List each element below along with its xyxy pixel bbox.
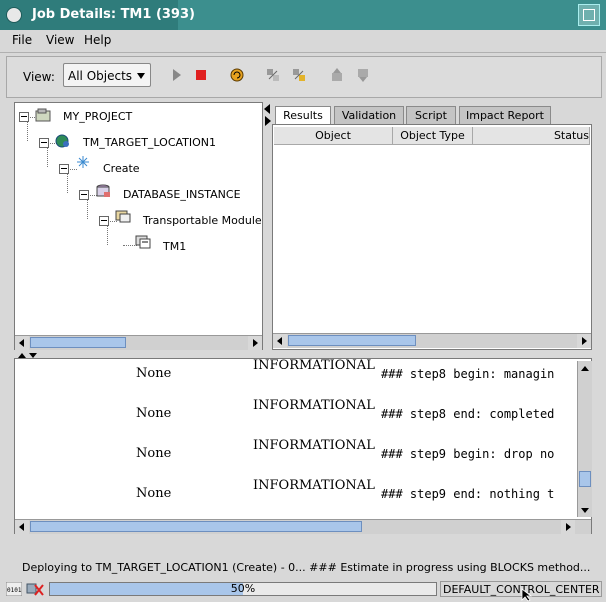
- disconnect-icon[interactable]: [26, 581, 44, 597]
- column-object[interactable]: Object: [274, 127, 393, 145]
- tab-results[interactable]: Results: [275, 106, 331, 125]
- view-select[interactable]: All Objects: [63, 63, 151, 87]
- menu-file[interactable]: File: [12, 33, 32, 47]
- window-menu-icon[interactable]: [6, 7, 22, 23]
- tree-node-location[interactable]: TM_TARGET_LOCATION1: [83, 136, 216, 149]
- scroll-right-button[interactable]: [561, 520, 575, 534]
- tm-icon: [135, 235, 151, 249]
- window-title: Job Details: TM1 (393): [32, 7, 195, 22]
- log-row-severity: INFORMATIONAL: [253, 398, 375, 413]
- scroll-left-button[interactable]: [273, 334, 287, 348]
- splitter-left-icon[interactable]: [264, 104, 270, 114]
- log-row-message: ### step9 end: nothing t: [381, 487, 555, 501]
- log-row-none: None: [136, 446, 172, 461]
- results-hscrollbar[interactable]: [273, 333, 591, 348]
- scroll-thumb[interactable]: [579, 471, 591, 487]
- tab-validation[interactable]: Validation: [334, 106, 404, 124]
- database-icon: [96, 184, 110, 197]
- log-row-severity: INFORMATIONAL: [253, 478, 375, 493]
- log-row-message: ### step8 end: completed: [381, 407, 555, 421]
- scroll-up-button[interactable]: [578, 361, 592, 375]
- tree-node-tm1[interactable]: TM1: [163, 240, 186, 253]
- log-row-severity: INFORMATIONAL: [253, 438, 375, 453]
- log-row-message: ### step8 begin: managin: [381, 367, 555, 381]
- run-icon[interactable]: [169, 67, 185, 83]
- move-down-icon[interactable]: [355, 67, 371, 83]
- stop-icon[interactable]: [193, 67, 209, 83]
- tab-script[interactable]: Script: [406, 106, 456, 124]
- tab-impact-report[interactable]: Impact Report: [459, 106, 551, 124]
- log-vscrollbar[interactable]: [577, 361, 592, 517]
- scroll-down-button[interactable]: [578, 503, 592, 517]
- create-icon: [77, 156, 89, 168]
- tree-node-database[interactable]: DATABASE_INSTANCE: [123, 188, 241, 201]
- mouse-cursor-icon: [521, 588, 533, 602]
- scroll-right-button[interactable]: [248, 336, 262, 350]
- log-row-message: ### step9 begin: drop no: [381, 447, 555, 461]
- menu-view[interactable]: View: [46, 33, 74, 47]
- log-row-severity: INFORMATIONAL: [253, 358, 375, 373]
- svg-text:0101: 0101: [7, 587, 22, 594]
- log-row-none: None: [136, 486, 172, 501]
- view-select-value: All Objects: [68, 69, 133, 83]
- tree-hscrollbar[interactable]: [15, 335, 262, 350]
- collapse-toggle-icon[interactable]: [39, 138, 49, 148]
- scroll-left-button[interactable]: [15, 520, 29, 534]
- scroll-left-button[interactable]: [15, 336, 29, 350]
- collapse-icon[interactable]: [291, 67, 307, 83]
- log-row-none: None: [136, 366, 172, 381]
- menu-help[interactable]: Help: [84, 33, 111, 47]
- progress-bar: 50%: [49, 582, 437, 596]
- chevron-down-icon: [137, 73, 145, 79]
- status-text: Deploying to TM_TARGET_LOCATION1 (Create…: [22, 561, 591, 574]
- menu-bar: File View Help: [0, 30, 606, 53]
- tree-node-create[interactable]: Create: [103, 162, 140, 175]
- refresh-icon[interactable]: [229, 67, 245, 83]
- tree-node-module[interactable]: Transportable Module: [143, 214, 262, 227]
- tree-panel: MY_PROJECT TM_TARGET_LOCATION1 Create DA…: [14, 102, 263, 350]
- scroll-right-button[interactable]: [577, 334, 591, 348]
- scroll-thumb[interactable]: [30, 521, 362, 532]
- column-status[interactable]: Status: [473, 127, 590, 145]
- log-hscrollbar[interactable]: [15, 519, 591, 534]
- column-object-type[interactable]: Object Type: [393, 127, 473, 145]
- results-panel: [272, 124, 592, 350]
- project-icon: [35, 108, 51, 122]
- move-up-icon[interactable]: [329, 67, 345, 83]
- scroll-thumb[interactable]: [30, 337, 126, 348]
- binary-icon: 0101: [6, 582, 22, 596]
- expand-icon[interactable]: [265, 67, 281, 83]
- splitter-right-icon[interactable]: [265, 116, 271, 126]
- tree-node-project[interactable]: MY_PROJECT: [63, 110, 132, 123]
- scroll-thumb[interactable]: [288, 335, 416, 346]
- collapse-toggle-icon[interactable]: [79, 190, 89, 200]
- collapse-toggle-icon[interactable]: [19, 112, 29, 122]
- toolbar: View: All Objects: [6, 56, 602, 98]
- log-row-none: None: [136, 406, 172, 421]
- title-bar: Job Details: TM1 (393): [0, 0, 606, 30]
- location-icon: [55, 134, 69, 148]
- progress-text: 50%: [230, 582, 256, 595]
- maximize-icon[interactable]: [578, 4, 600, 26]
- collapse-toggle-icon[interactable]: [59, 164, 69, 174]
- view-label: View:: [23, 70, 55, 84]
- module-icon: [115, 210, 131, 223]
- log-clip: [574, 360, 576, 516]
- collapse-toggle-icon[interactable]: [99, 216, 109, 226]
